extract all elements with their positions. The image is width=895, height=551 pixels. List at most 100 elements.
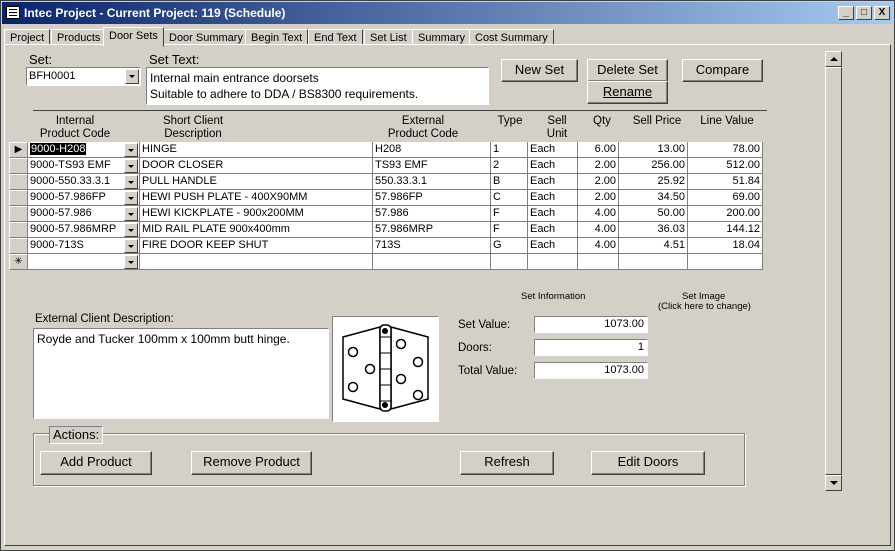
close-button[interactable]: X xyxy=(874,6,890,20)
line-value-cell[interactable]: 51.84 xyxy=(688,174,763,190)
qty-cell[interactable] xyxy=(578,254,619,270)
doors-field[interactable]: 1 xyxy=(534,339,648,356)
chevron-down-icon[interactable] xyxy=(124,207,138,221)
line-value-cell[interactable]: 512.00 xyxy=(688,158,763,174)
type-cell[interactable] xyxy=(491,254,528,270)
sell-unit-cell[interactable]: Each xyxy=(528,158,578,174)
row-selector[interactable] xyxy=(9,238,28,254)
sell-unit-cell[interactable]: Each xyxy=(528,222,578,238)
external-code-cell[interactable]: 57.986MRP xyxy=(373,222,491,238)
chevron-down-icon[interactable] xyxy=(124,175,138,189)
set-combo[interactable]: BFH0001 xyxy=(26,67,141,86)
chevron-down-icon[interactable] xyxy=(124,223,138,237)
actions-label: Actions: xyxy=(49,426,104,444)
sell-unit-cell[interactable] xyxy=(528,254,578,270)
type-cell[interactable]: 1 xyxy=(491,142,528,158)
short-desc-cell[interactable]: DOOR CLOSER xyxy=(140,158,373,174)
sell-price-cell[interactable]: 36.03 xyxy=(619,222,688,238)
external-code-cell[interactable]: 550.33.3.1 xyxy=(373,174,491,190)
qty-cell[interactable]: 6.00 xyxy=(578,142,619,158)
type-cell[interactable]: F xyxy=(491,222,528,238)
chevron-down-icon[interactable] xyxy=(124,159,138,173)
remove-product-button[interactable]: Remove Product xyxy=(191,451,312,475)
line-value-cell[interactable] xyxy=(688,254,763,270)
sell-price-cell[interactable]: 13.00 xyxy=(619,142,688,158)
new-record-icon[interactable]: ✳ xyxy=(9,254,28,270)
vertical-scrollbar[interactable] xyxy=(825,51,842,491)
line-value-cell[interactable]: 69.00 xyxy=(688,190,763,206)
qty-cell[interactable]: 2.00 xyxy=(578,158,619,174)
qty-cell[interactable]: 2.00 xyxy=(578,190,619,206)
row-selector[interactable] xyxy=(9,190,28,206)
total-value-field[interactable]: 1073.00 xyxy=(534,362,648,379)
line-value-cell[interactable]: 78.00 xyxy=(688,142,763,158)
short-desc-cell[interactable]: MID RAIL PLATE 900x400mm xyxy=(140,222,373,238)
qty-cell[interactable]: 4.00 xyxy=(578,222,619,238)
set-image[interactable] xyxy=(332,316,439,422)
maximize-button[interactable]: □ xyxy=(856,6,872,20)
sell-unit-cell[interactable]: Each xyxy=(528,190,578,206)
external-code-cell[interactable]: TS93 EMF xyxy=(373,158,491,174)
title-bar: Intec Project - Current Project: 119 (Sc… xyxy=(2,2,893,24)
chevron-down-icon[interactable] xyxy=(125,69,139,84)
line-value-cell[interactable]: 200.00 xyxy=(688,206,763,222)
sell-price-cell[interactable] xyxy=(619,254,688,270)
external-code-cell[interactable] xyxy=(373,254,491,270)
type-cell[interactable]: C xyxy=(491,190,528,206)
sell-price-cell[interactable]: 4.51 xyxy=(619,238,688,254)
scroll-up-icon[interactable] xyxy=(825,51,842,67)
short-desc-cell[interactable]: HINGE xyxy=(140,142,373,158)
set-value-field[interactable]: 1073.00 xyxy=(534,316,648,333)
set-text-field[interactable]: Internal main entrance doorsets Suitable… xyxy=(146,67,489,105)
sell-unit-cell[interactable]: Each xyxy=(528,142,578,158)
qty-cell[interactable]: 4.00 xyxy=(578,206,619,222)
type-cell[interactable]: 2 xyxy=(491,158,528,174)
line-value-cell[interactable]: 18.04 xyxy=(688,238,763,254)
qty-cell[interactable]: 2.00 xyxy=(578,174,619,190)
type-cell[interactable]: F xyxy=(491,206,528,222)
row-selector[interactable] xyxy=(9,158,28,174)
chevron-down-icon[interactable] xyxy=(124,239,138,253)
external-code-cell[interactable]: H208 xyxy=(373,142,491,158)
external-desc-field[interactable]: Royde and Tucker 100mm x 100mm butt hing… xyxy=(33,328,329,419)
scrollbar-thumb[interactable] xyxy=(825,67,842,475)
edit-doors-button[interactable]: Edit Doors xyxy=(591,451,705,475)
minimize-button[interactable]: _ xyxy=(838,6,854,20)
current-row-indicator[interactable]: ▶ xyxy=(9,142,28,158)
delete-set-button[interactable]: Delete Set xyxy=(587,59,668,82)
chevron-down-icon[interactable] xyxy=(124,255,138,269)
type-cell[interactable]: B xyxy=(491,174,528,190)
sell-price-cell[interactable]: 25.92 xyxy=(619,174,688,190)
chevron-down-icon[interactable] xyxy=(124,143,138,157)
short-desc-cell[interactable] xyxy=(140,254,373,270)
external-code-cell[interactable]: 713S xyxy=(373,238,491,254)
row-selector[interactable] xyxy=(9,174,28,190)
tab-door-sets[interactable]: Door Sets xyxy=(103,27,164,47)
sell-unit-cell[interactable]: Each xyxy=(528,238,578,254)
external-code-cell[interactable]: 57.986FP xyxy=(373,190,491,206)
app-window: Intec Project - Current Project: 119 (Sc… xyxy=(0,0,895,551)
scroll-down-icon[interactable] xyxy=(825,475,842,491)
new-set-button[interactable]: New Set xyxy=(501,59,578,82)
sell-unit-cell[interactable]: Each xyxy=(528,206,578,222)
sell-unit-cell[interactable]: Each xyxy=(528,174,578,190)
short-desc-cell[interactable]: HEWI KICKPLATE - 900x200MM xyxy=(140,206,373,222)
chevron-down-icon[interactable] xyxy=(124,191,138,205)
row-selector[interactable] xyxy=(9,206,28,222)
sell-price-cell[interactable]: 34.50 xyxy=(619,190,688,206)
sell-price-cell[interactable]: 50.00 xyxy=(619,206,688,222)
rename-button[interactable]: Rename xyxy=(587,81,668,104)
external-code-cell[interactable]: 57.986 xyxy=(373,206,491,222)
short-desc-cell[interactable]: FIRE DOOR KEEP SHUT xyxy=(140,238,373,254)
qty-cell[interactable]: 4.00 xyxy=(578,238,619,254)
total-value-label: Total Value: xyxy=(458,365,518,377)
row-selector[interactable] xyxy=(9,222,28,238)
short-desc-cell[interactable]: PULL HANDLE xyxy=(140,174,373,190)
short-desc-cell[interactable]: HEWI PUSH PLATE - 400X90MM xyxy=(140,190,373,206)
line-value-cell[interactable]: 144.12 xyxy=(688,222,763,238)
refresh-button[interactable]: Refresh xyxy=(460,451,554,475)
type-cell[interactable]: G xyxy=(491,238,528,254)
compare-button[interactable]: Compare xyxy=(682,59,763,82)
sell-price-cell[interactable]: 256.00 xyxy=(619,158,688,174)
add-product-button[interactable]: Add Product xyxy=(40,451,152,475)
